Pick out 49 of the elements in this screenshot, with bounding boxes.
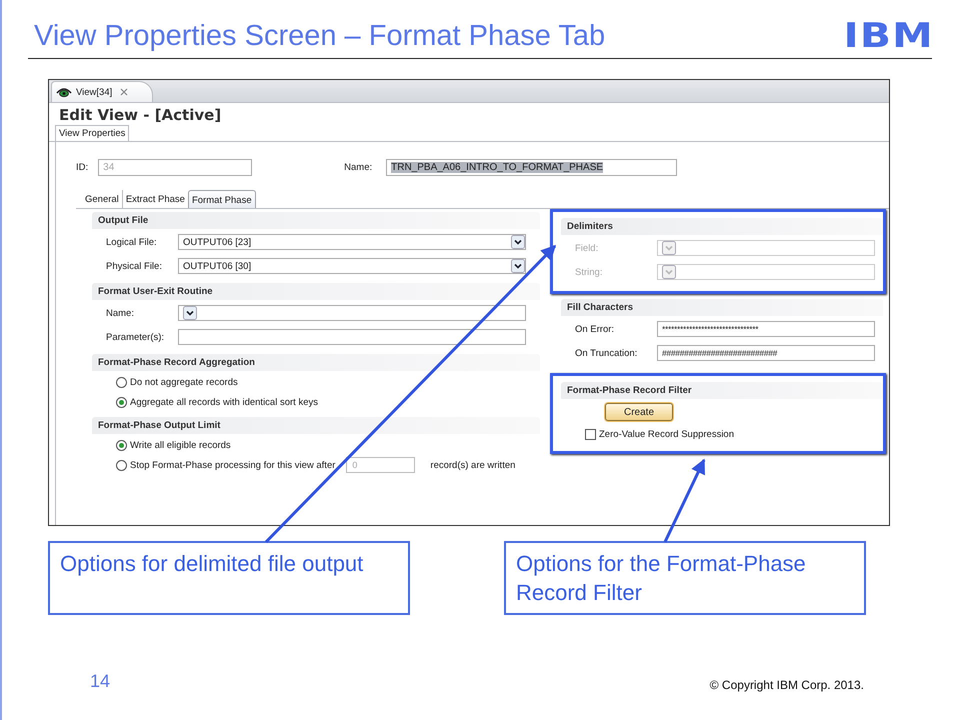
- field-label: On Error:: [575, 324, 616, 334]
- field-label: Logical File:: [106, 236, 158, 248]
- editor-tab[interactable]: View[34]: [51, 81, 154, 102]
- text-field[interactable]: [178, 329, 526, 345]
- view-title: Edit View - [Active]: [58, 105, 222, 125]
- section-header: Format-Phase Record Aggregation: [92, 354, 540, 371]
- name-field[interactable]: TRN_PBA_A06_INTRO_TO_FORMAT_PHASE: [386, 158, 678, 176]
- section-header: Format User-Exit Routine: [92, 283, 540, 300]
- radio-label[interactable]: Aggregate all records with identical sort keys: [130, 396, 318, 408]
- dropdown-field[interactable]: [178, 305, 526, 321]
- field-label: Parameter(s):: [106, 332, 166, 342]
- checkbox[interactable]: [585, 428, 596, 440]
- logo: IBM: [843, 16, 934, 56]
- create-button[interactable]: Create: [605, 403, 673, 421]
- close-icon[interactable]: [120, 88, 128, 96]
- dropdown-field[interactable]: OUTPUT06 [23]: [178, 234, 526, 250]
- section-header: Delimiters: [561, 218, 883, 235]
- radio-button[interactable]: [116, 396, 127, 408]
- field-label: Field:: [575, 242, 600, 254]
- radio-label[interactable]: Do not aggregate records: [130, 376, 238, 388]
- page-number: 14: [90, 671, 110, 692]
- section-header: Format-Phase Record Filter: [561, 382, 883, 399]
- text-field[interactable]: ##########################: [657, 345, 875, 361]
- radio-label[interactable]: Write all eligible records: [130, 440, 231, 450]
- field-label: Name:: [344, 162, 372, 172]
- copyright-text: © Copyright IBM Corp. 2013.: [710, 678, 864, 692]
- field-label: Name:: [106, 308, 135, 318]
- text-field[interactable]: ********************************: [657, 321, 875, 337]
- field-label: String:: [575, 266, 604, 278]
- section-header: Format-Phase Output Limit: [92, 417, 540, 434]
- callout-box: Options for delimited file output: [48, 541, 410, 615]
- section-header: Fill Characters: [561, 299, 883, 316]
- callout-box: Options for the Format-Phase Record Filter: [504, 541, 866, 615]
- tab[interactable]: Format Phase: [188, 190, 256, 208]
- field-suffix: record(s) are written: [430, 460, 516, 470]
- checkbox-label[interactable]: Zero-Value Record Suppression: [599, 428, 734, 440]
- radio-button[interactable]: [116, 440, 127, 450]
- dropdown-field[interactable]: OUTPUT06 [30]: [178, 258, 526, 274]
- slide-title: View Properties Screen – Format Phase Tab: [34, 20, 606, 52]
- field-label: Physical File:: [106, 260, 163, 272]
- tab[interactable]: General: [82, 190, 122, 208]
- field-label: On Truncation:: [575, 348, 638, 358]
- eye-icon: [56, 86, 72, 98]
- section-header: Output File: [92, 212, 540, 229]
- field-label: ID:: [76, 162, 88, 172]
- radio-button[interactable]: [116, 376, 127, 388]
- radio-button[interactable]: [116, 460, 127, 470]
- radio-label[interactable]: Stop Format-Phase processing for this view after: [130, 460, 336, 470]
- tab[interactable]: View Properties: [55, 125, 130, 141]
